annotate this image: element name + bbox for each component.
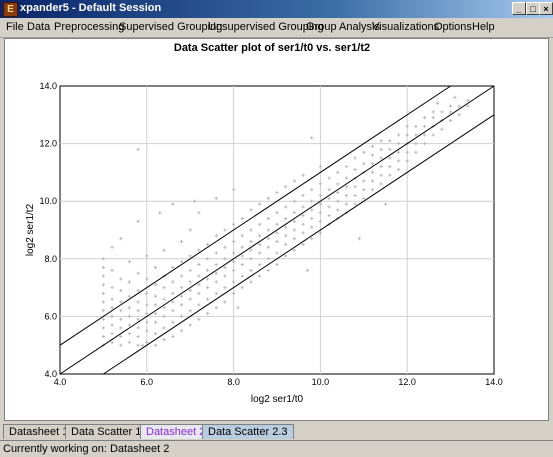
minimize-button[interactable]: _ xyxy=(512,2,526,15)
tab-datasheet-2[interactable]: Datasheet 2 xyxy=(140,424,212,439)
menu-preprocessing[interactable]: Preprocessing xyxy=(54,21,124,33)
chart-panel: Data Scatter plot of ser1/t0 vs. ser1/t2… xyxy=(4,38,549,421)
menu-data[interactable]: Data xyxy=(27,21,50,33)
tab-data-scatter-2-3[interactable]: Data Scatter 2.3 xyxy=(202,424,294,439)
menu-file[interactable]: File xyxy=(6,21,24,33)
x-tick-label: 10.0 xyxy=(312,377,330,387)
x-axis-ticks: 4.0 6.0 8.0 10.0 12.0 14.0 xyxy=(54,377,503,387)
chart-title: Data Scatter plot of ser1/t0 vs. ser1/t2 xyxy=(174,42,370,54)
menu-bar: File Data Preprocessing Supervised Group… xyxy=(0,18,553,38)
y-tick-label: 14.0 xyxy=(39,81,57,91)
menu-group-analysis[interactable]: Group Analysis xyxy=(306,21,380,33)
tab-bar: Datasheet 1 Data Scatter 1.1 Datasheet 2… xyxy=(0,424,553,440)
tab-datasheet-1[interactable]: Datasheet 1 xyxy=(3,424,75,439)
x-tick-label: 6.0 xyxy=(141,377,154,387)
x-axis-label: log2 ser1/t0 xyxy=(251,394,304,405)
y-axis-ticks: 4.0 6.0 8.0 10.0 12.0 14.0 xyxy=(39,81,57,379)
menu-help[interactable]: Help xyxy=(472,21,495,33)
y-axis-label: log2 ser1/t2 xyxy=(25,203,36,256)
scatter-chart: Data Scatter plot of ser1/t0 vs. ser1/t2… xyxy=(25,42,503,405)
menu-supervised-grouping[interactable]: Supervised Grouping xyxy=(119,21,222,33)
app-logo-icon[interactable]: E xyxy=(3,2,18,17)
maximize-button[interactable]: □ xyxy=(526,2,540,15)
y-tick-label: 6.0 xyxy=(44,311,57,321)
window-title: xpander5 - Default Session xyxy=(20,2,162,14)
menu-visualizations[interactable]: Visualizations xyxy=(372,21,439,33)
title-bar: E xpander5 - Default Session _ □ × xyxy=(0,0,553,18)
close-button[interactable]: × xyxy=(539,2,553,15)
status-text: Currently working on: Datasheet 2 xyxy=(3,443,170,455)
y-tick-label: 12.0 xyxy=(39,139,57,149)
menu-options[interactable]: Options xyxy=(434,21,472,33)
status-bar: Currently working on: Datasheet 2 xyxy=(0,440,553,457)
x-tick-label: 12.0 xyxy=(398,377,416,387)
y-tick-label: 8.0 xyxy=(44,254,57,264)
x-tick-label: 8.0 xyxy=(227,377,240,387)
y-tick-label: 10.0 xyxy=(39,196,57,206)
y-tick-label: 4.0 xyxy=(44,369,57,379)
x-tick-label: 14.0 xyxy=(485,377,503,387)
